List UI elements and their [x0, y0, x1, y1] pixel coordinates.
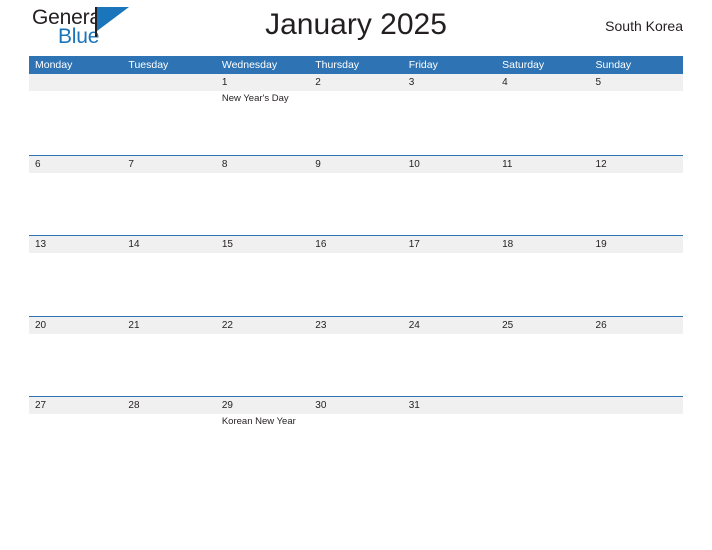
day-cell[interactable] [309, 253, 402, 316]
day-number[interactable]: 17 [403, 239, 496, 250]
day-number[interactable]: 26 [590, 320, 683, 331]
day-number[interactable]: 22 [216, 320, 309, 331]
day-number[interactable]: 28 [122, 400, 215, 411]
day-number[interactable]: 21 [122, 320, 215, 331]
weekday-header-friday: Friday [408, 59, 438, 71]
day-number[interactable]: 30 [309, 400, 402, 411]
day-number[interactable]: 15 [216, 239, 309, 250]
weekday-header-row: Monday Tuesday Wednesday Thursday Friday… [29, 56, 683, 74]
day-events-band [29, 333, 683, 397]
day-cell[interactable] [590, 253, 683, 316]
day-number[interactable]: 14 [122, 239, 215, 250]
day-cell[interactable] [403, 253, 496, 316]
day-number[interactable]: 6 [29, 159, 122, 170]
day-number[interactable]: 19 [590, 239, 683, 250]
day-number[interactable]: 11 [496, 159, 589, 170]
calendar-page: General Blue January 2025 South Korea Mo… [0, 0, 712, 550]
day-cell[interactable] [403, 414, 496, 477]
day-number[interactable]: 16 [309, 239, 402, 250]
weekday-header-saturday: Saturday [502, 59, 545, 71]
day-number[interactable]: 27 [29, 400, 122, 411]
event-label: Korean New Year [221, 416, 296, 427]
day-events-band: Korean New Year [29, 414, 683, 477]
day-number[interactable]: 23 [309, 320, 402, 331]
day-cell[interactable] [403, 91, 496, 154]
day-number[interactable]: 4 [496, 77, 589, 88]
day-cell[interactable] [496, 334, 589, 397]
day-cell[interactable] [590, 173, 683, 236]
day-cell[interactable] [590, 91, 683, 154]
day-number[interactable]: 2 [309, 77, 402, 88]
day-cell[interactable] [590, 334, 683, 397]
page-title: January 2025 [265, 8, 447, 41]
page-header: General Blue January 2025 South Korea [29, 0, 683, 56]
day-number[interactable]: 18 [496, 239, 589, 250]
day-cell[interactable] [122, 91, 215, 154]
day-cell[interactable]: Korean New Year [216, 414, 309, 477]
week-row: 6 7 8 9 10 11 12 [29, 154, 683, 236]
day-number[interactable]: 24 [403, 320, 496, 331]
day-cell[interactable]: New Year's Day [216, 91, 309, 154]
day-number[interactable]: 3 [403, 77, 496, 88]
day-cell[interactable] [122, 173, 215, 236]
day-cell[interactable] [29, 173, 122, 236]
weekday-header-wednesday: Wednesday [221, 59, 278, 71]
day-number[interactable]: 12 [590, 159, 683, 170]
day-cell[interactable] [590, 414, 683, 477]
weekday-header-thursday: Thursday [315, 59, 360, 71]
day-cell[interactable] [29, 414, 122, 477]
day-number-band: 6 7 8 9 10 11 12 [29, 155, 683, 173]
day-cell[interactable] [309, 414, 402, 477]
week-row: 1 2 3 4 5 New Year's Day [29, 74, 683, 155]
week-row: 13 14 15 16 17 18 19 [29, 235, 683, 316]
day-cell[interactable] [29, 334, 122, 397]
day-number-band: 20 21 22 23 24 25 26 [29, 316, 683, 334]
day-events-band [29, 172, 683, 236]
day-number-band: 1 2 3 4 5 [29, 74, 683, 91]
day-events-band: New Year's Day [29, 91, 683, 154]
day-cell[interactable] [122, 414, 215, 477]
day-cell[interactable] [309, 173, 402, 236]
region-label: South Korea [605, 18, 683, 34]
day-number-band: 27 28 29 30 31 [29, 397, 683, 414]
day-cell[interactable] [216, 173, 309, 236]
day-cell[interactable] [496, 414, 589, 477]
day-cell[interactable] [496, 253, 589, 316]
calendar-grid: Monday Tuesday Wednesday Thursday Friday… [29, 56, 683, 477]
day-number[interactable]: 31 [403, 400, 496, 411]
weekday-header-tuesday: Tuesday [128, 59, 169, 71]
day-number[interactable]: 10 [403, 159, 496, 170]
day-events-band [29, 253, 683, 316]
weekday-header-monday: Monday [35, 59, 73, 71]
day-number[interactable]: 7 [122, 159, 215, 170]
day-number[interactable]: 13 [29, 239, 122, 250]
day-cell[interactable] [309, 334, 402, 397]
day-cell[interactable] [403, 173, 496, 236]
week-row: 20 21 22 23 24 25 26 [29, 315, 683, 397]
day-cell[interactable] [496, 173, 589, 236]
day-cell[interactable] [216, 334, 309, 397]
day-cell[interactable] [309, 91, 402, 154]
day-number[interactable]: 20 [29, 320, 122, 331]
day-number-band: 13 14 15 16 17 18 19 [29, 236, 683, 253]
day-cell[interactable] [29, 91, 122, 154]
day-cell[interactable] [403, 334, 496, 397]
day-number[interactable]: 8 [216, 159, 309, 170]
day-cell[interactable] [216, 253, 309, 316]
weekday-header-sunday: Sunday [595, 59, 632, 71]
day-number[interactable]: 29 [216, 400, 309, 411]
day-number[interactable]: 25 [496, 320, 589, 331]
day-number[interactable]: 9 [309, 159, 402, 170]
day-number[interactable]: 5 [590, 77, 683, 88]
event-label: New Year's Day [221, 93, 289, 104]
day-cell[interactable] [122, 253, 215, 316]
day-cell[interactable] [29, 253, 122, 316]
day-cell[interactable] [122, 334, 215, 397]
day-cell[interactable] [496, 91, 589, 154]
day-number[interactable]: 1 [216, 77, 309, 88]
week-row: 27 28 29 30 31 Korean New Year [29, 396, 683, 477]
